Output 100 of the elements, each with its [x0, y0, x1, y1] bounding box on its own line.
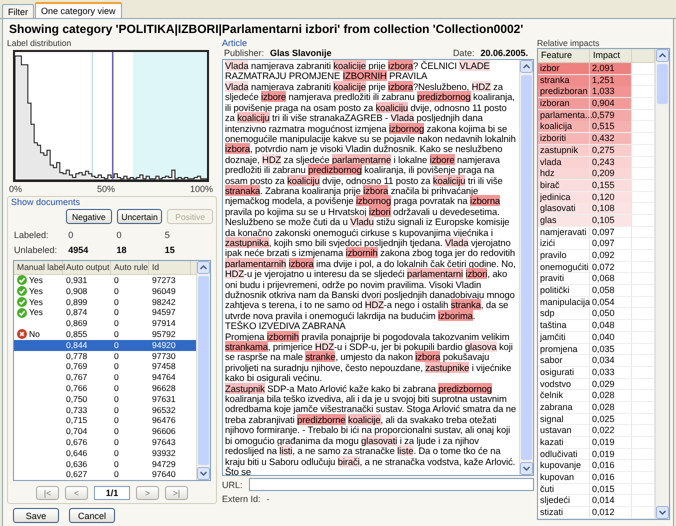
dialog-button[interactable]: Save — [13, 508, 59, 523]
table-cell-text: 0,646 — [65, 448, 88, 459]
manual-label: Yes — [29, 275, 43, 286]
table-cell-text: 97730 — [151, 350, 177, 362]
date-value: 20.06.2005. — [480, 48, 528, 58]
table-cell-text: 0,769 — [65, 361, 88, 372]
scrollbar-thumb[interactable] — [198, 276, 209, 465]
filter-button[interactable]: Negative — [66, 209, 112, 224]
count-label: Labeled: — [13, 230, 50, 240]
table-cell-text: 96049 — [151, 286, 177, 297]
table-cell: ustavan — [538, 425, 590, 436]
document-row[interactable]: 0,750 0 97631 — [14, 394, 196, 405]
document-row[interactable]: 0,646 0 93932 — [14, 448, 196, 459]
filter-button[interactable]: Uncertain — [116, 209, 162, 224]
table-cell-text: 97631 — [151, 394, 177, 405]
scroll-down-icon[interactable] — [520, 462, 533, 476]
axis-label: 50% — [96, 184, 115, 194]
group-title: Label distribution — [7, 38, 72, 48]
document-row[interactable]: 0,778 0 97730 — [14, 350, 196, 362]
column-header[interactable]: Impact — [590, 49, 632, 62]
table-cell-text: 0 — [113, 415, 120, 426]
column-header[interactable]: Auto output — [63, 261, 111, 274]
table-cell-text: 97458 — [151, 361, 177, 372]
document-row[interactable]: Yes 0,908 0 96049 — [14, 286, 196, 297]
document-row[interactable]: 0,844 0 94920 — [14, 340, 196, 351]
document-row[interactable]: Yes 0,899 0 98242 — [14, 296, 196, 308]
document-row[interactable]: 0,704 0 96606 — [14, 426, 196, 437]
scroll-up-icon[interactable] — [197, 261, 210, 274]
next-page-button[interactable]: > — [136, 486, 159, 500]
document-row[interactable]: 0,869 0 97914 — [14, 318, 196, 329]
table-cell: 0,028 — [590, 402, 632, 413]
table-cell-text: 0 — [113, 318, 120, 329]
table-cell: 0,033 — [590, 366, 632, 378]
document-row[interactable]: 0,769 0 97458 — [14, 361, 196, 372]
table-cell: glas — [538, 214, 590, 226]
scroll-down-icon[interactable] — [656, 506, 669, 519]
table-cell: zabrana — [538, 402, 590, 413]
column-header[interactable]: Auto rule — [111, 261, 149, 274]
table-cell: 0,016 — [590, 460, 632, 472]
last-page-button[interactable]: >| — [165, 486, 188, 500]
page-heading: Showing category 'POLITIKA|IZBORI|Parlamentarni izbori' from collection 'Collection0002' — [8, 21, 524, 38]
publisher-label: Publisher: — [224, 48, 264, 58]
document-row[interactable]: Yes 0,874 0 94597 — [14, 307, 196, 318]
scrollbar[interactable] — [519, 60, 533, 476]
document-row[interactable]: 0,676 0 97643 — [14, 436, 196, 448]
table-cell: 0,035 — [590, 344, 632, 354]
table-cell: 0,058 — [590, 285, 632, 296]
table-cell-text: 0,908 — [65, 286, 88, 297]
dialog-button[interactable]: Cancel — [69, 508, 115, 523]
document-row[interactable]: 0,627 0 97640 — [14, 469, 196, 480]
previous-page-button[interactable]: < — [65, 486, 88, 500]
table-cell: 0,097 — [590, 238, 632, 250]
article-paragraph: Zastupnik SDP-a Mato Arlović kaže kako bi zabrana predizbornog koaliranja bila teško izvediva, ali i da je u svojoj biti suprotna ustavnim odredbama koje jamče višestranački sustav. Stoga Arlović smatra da ne treba zabranjivati predizborne koalicije, ali da svakako treba otežati njihovo formiranje. - Trebalo bi ići na proporcionalni sustav, ali onaj koji bi omogućio građanima da mogu glasovati i za ljude i za njihov redoslijed na listi, a ne samo za stranačke liste. Da o tome tko će na kraju biti u Saboru odlučuju birači, a ne stranačka vodstva, kaže Arlović. Što se — [225, 384, 517, 476]
scrollbar-thumb[interactable] — [521, 75, 532, 460]
column-header[interactable]: Id — [149, 261, 191, 274]
table-cell-text: 0,778 — [65, 350, 88, 362]
table-cell: 0,016 — [590, 472, 632, 484]
scroll-up-icon[interactable] — [656, 49, 669, 62]
column-header[interactable]: Manual label — [14, 261, 63, 274]
document-row[interactable]: 0,733 0 96532 — [14, 404, 196, 416]
table-cell: izboriti — [538, 133, 590, 144]
first-page-button[interactable]: |< — [36, 486, 59, 500]
table-cell-text: 97914 — [151, 318, 177, 329]
table-cell: 0,275 — [590, 144, 632, 156]
document-row[interactable]: 0,766 0 96628 — [14, 382, 196, 394]
table-cell-text: 0 — [113, 340, 120, 351]
document-row[interactable]: No 0,855 0 95792 — [14, 328, 196, 340]
table-cell-text: 0,869 — [65, 318, 88, 329]
scroll-down-icon[interactable] — [197, 467, 210, 480]
scrollbar-thumb[interactable] — [657, 64, 668, 104]
table-cell: signal — [538, 414, 590, 425]
table-cell: 0,054 — [590, 296, 632, 308]
tab[interactable]: One category view — [35, 2, 122, 18]
page-field[interactable]: 1/1 — [94, 486, 130, 500]
document-row[interactable]: 0,636 0 94729 — [14, 458, 196, 470]
table-cell-text: 0 — [113, 286, 120, 297]
table-cell: namjeravati — [538, 226, 590, 238]
table-cell-text: 0,931 — [65, 275, 88, 286]
tab[interactable]: Filter — [2, 4, 34, 18]
group-title: Show documents — [11, 197, 82, 208]
table-cell: čelnik — [538, 390, 590, 402]
scrollbar[interactable] — [196, 261, 210, 480]
document-row[interactable]: 0,715 0 96476 — [14, 415, 196, 426]
extern-id-value: - — [266, 494, 270, 504]
table-cell: 0,105 — [590, 214, 632, 226]
article-paragraph: Promjena izbornih pravila ponajprije bi pogodovala takozvanim velikim strankama, primjerice HDZ-u i SDP-u, jer bi pokupili bardio glasova koji se rasprše na male stranke, umjesto da nakon izbora pokušavaju privoljeti na suradnju njihove, često nepouzdane, zastupnike i vijećnike kako bi osigurali većinu. — [225, 332, 514, 384]
column-header[interactable]: Feature — [538, 49, 590, 62]
table-cell: odlučivati — [538, 448, 590, 460]
table-cell: 0,012 — [590, 507, 632, 518]
scrollbar[interactable] — [655, 49, 669, 519]
table-cell-text: 0 — [113, 426, 120, 437]
table-cell: birač — [538, 180, 590, 191]
table-cell-text: 0,766 — [65, 382, 88, 394]
scroll-up-icon[interactable] — [520, 60, 533, 74]
document-row[interactable]: Yes 0,931 0 97273 — [14, 275, 196, 286]
url-field[interactable] — [248, 478, 534, 492]
check-icon — [17, 296, 27, 307]
table-cell-text: 0 — [113, 448, 120, 459]
document-row[interactable]: 0,767 0 94764 — [14, 372, 196, 383]
manual-label: Yes — [29, 296, 43, 308]
